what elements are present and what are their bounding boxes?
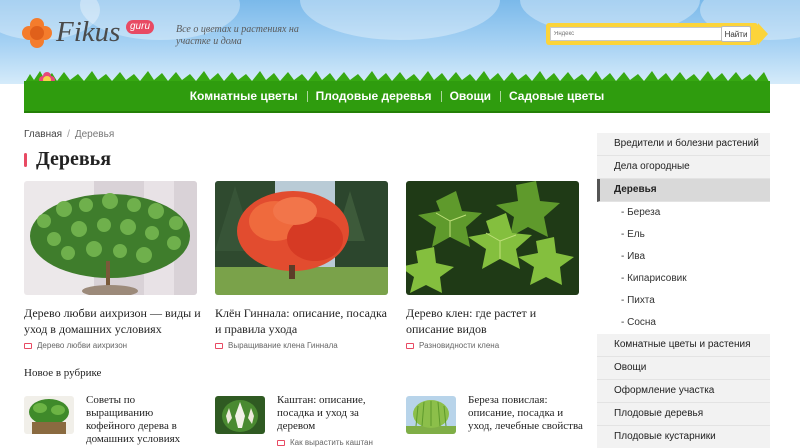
article-image[interactable]	[24, 181, 197, 295]
tag-icon	[24, 343, 32, 349]
sidebar-item-pests[interactable]: Вредители и болезни растений	[597, 133, 770, 156]
article-thumbnail[interactable]	[406, 396, 456, 434]
breadcrumb: Главная / Деревья	[24, 129, 114, 140]
page-title: Деревья	[24, 148, 111, 171]
article-category-label: Дерево любви аихризон	[37, 341, 128, 350]
article-title[interactable]: Дерево любви аихризон — виды и уход в до…	[24, 305, 204, 337]
article-category[interactable]: Разновидности клена	[406, 341, 499, 350]
sidebar-item-trees[interactable]: Деревья	[597, 179, 770, 202]
new-article-title[interactable]: Береза повислая: описание, посадка и ухо…	[468, 394, 583, 433]
tag-icon	[277, 440, 285, 446]
sidebar-item-houseplants[interactable]: Комнатные цветы и растения	[597, 334, 770, 357]
new-article-item[interactable]: Береза повислая: описание, посадка и ухо…	[406, 394, 586, 448]
logo-text: Fikus	[56, 16, 121, 48]
nav-item-houseplants[interactable]: Комнатные цветы	[181, 89, 307, 103]
site-tagline: Все о цветах и растениях на участке и до…	[176, 24, 299, 47]
article-image[interactable]	[406, 181, 579, 295]
nav-item-fruit-trees[interactable]: Плодовые деревья	[306, 89, 441, 103]
search-button[interactable]: Найти	[721, 26, 751, 42]
sidebar-item-fruit-shrubs[interactable]: Плодовые кустарники	[597, 426, 770, 448]
new-article-item[interactable]: Каштан: описание, посадка и уход за дере…	[215, 394, 395, 448]
sidebar-subitem-pine[interactable]: - Сосна	[597, 312, 770, 334]
logo-badge: guru	[126, 20, 155, 34]
sidebar-item-vegetables[interactable]: Овощи	[597, 357, 770, 380]
site-logo[interactable]: Fikus guru	[22, 16, 162, 50]
new-article-title[interactable]: Каштан: описание, посадка и уход за дере…	[277, 394, 392, 433]
sidebar-subitem-cypress[interactable]: - Кипарисовик	[597, 268, 770, 290]
sidebar-item-fruit-trees[interactable]: Плодовые деревья	[597, 403, 770, 426]
article-category[interactable]: Выращивание клена Гиннала	[215, 341, 338, 350]
sidebar-subitem-birch[interactable]: - Береза	[597, 202, 770, 224]
section-title: Новое в рубрике	[24, 367, 102, 379]
article-thumbnail[interactable]	[24, 396, 74, 434]
article-category[interactable]: Дерево любви аихризон	[24, 341, 127, 350]
article-category-label: Разновидности клена	[419, 341, 500, 350]
flower-logo-icon	[22, 18, 52, 48]
main-nav: Комнатные цветы Плодовые деревья Овощи С…	[24, 81, 770, 113]
sidebar-subitem-fir[interactable]: - Пихта	[597, 290, 770, 312]
sidebar-subitem-willow[interactable]: - Ива	[597, 246, 770, 268]
tag-icon	[406, 343, 414, 349]
sidebar-item-landscaping[interactable]: Оформление участка	[597, 380, 770, 403]
article-category-label: Как вырастить каштан	[290, 438, 373, 447]
search-input[interactable]	[550, 27, 722, 41]
category-sidebar: Вредители и болезни растений Дела огород…	[597, 133, 770, 448]
breadcrumb-current: Деревья	[74, 129, 115, 140]
nav-item-garden-flowers[interactable]: Садовые цветы	[499, 89, 613, 103]
sidebar-item-garden-work[interactable]: Дела огородные	[597, 156, 770, 179]
article-title[interactable]: Клён Гиннала: описание, посадка и правил…	[215, 305, 395, 337]
article-thumbnail[interactable]	[215, 396, 265, 434]
page-title-text: Деревья	[36, 148, 112, 170]
breadcrumb-home[interactable]: Главная	[24, 129, 62, 140]
article-category-label: Выращивание клена Гиннала	[228, 341, 338, 350]
new-article-title[interactable]: Советы по выращиванию кофейного дерева в…	[86, 394, 201, 446]
article-image[interactable]	[215, 181, 388, 295]
new-article-item[interactable]: Советы по выращиванию кофейного дерева в…	[24, 394, 204, 448]
breadcrumb-separator: /	[67, 129, 70, 140]
article-category[interactable]: Как вырастить каштан	[277, 438, 373, 447]
sidebar-subitem-spruce[interactable]: - Ель	[597, 224, 770, 246]
nav-item-vegetables[interactable]: Овощи	[440, 89, 500, 103]
tag-icon	[215, 343, 223, 349]
article-title[interactable]: Дерево клен: где растет и описание видов	[406, 305, 586, 337]
